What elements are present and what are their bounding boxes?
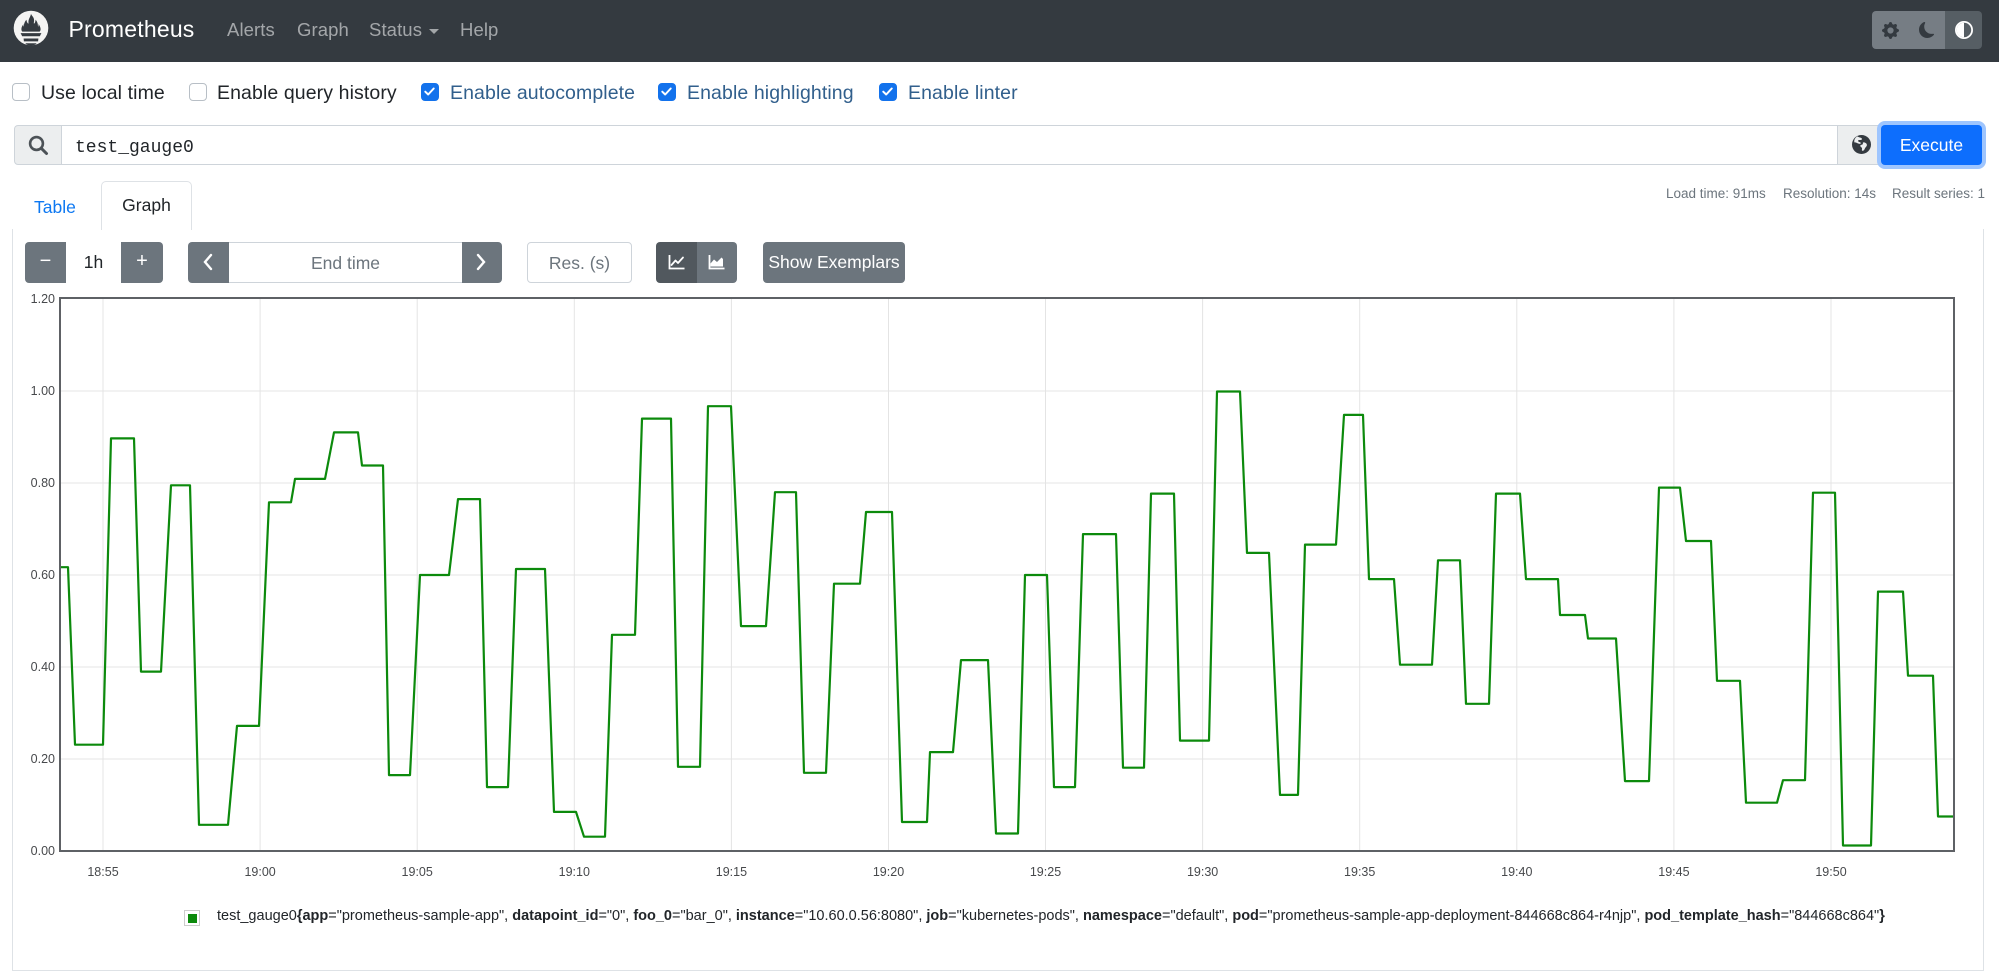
svg-text:19:40: 19:40 bbox=[1501, 865, 1532, 879]
svg-text:19:20: 19:20 bbox=[873, 865, 904, 879]
svg-text:19:25: 19:25 bbox=[1030, 865, 1061, 879]
svg-text:19:45: 19:45 bbox=[1658, 865, 1689, 879]
svg-text:19:30: 19:30 bbox=[1187, 865, 1218, 879]
svg-text:19:00: 19:00 bbox=[244, 865, 275, 879]
svg-text:1.00: 1.00 bbox=[31, 384, 55, 398]
svg-text:19:35: 19:35 bbox=[1344, 865, 1375, 879]
svg-text:0.40: 0.40 bbox=[31, 660, 55, 674]
svg-text:19:10: 19:10 bbox=[559, 865, 590, 879]
svg-text:1.20: 1.20 bbox=[31, 292, 55, 306]
svg-text:0.00: 0.00 bbox=[31, 844, 55, 858]
svg-text:19:05: 19:05 bbox=[402, 865, 433, 879]
svg-text:18:55: 18:55 bbox=[87, 865, 118, 879]
svg-text:19:50: 19:50 bbox=[1815, 865, 1846, 879]
svg-text:0.20: 0.20 bbox=[31, 752, 55, 766]
svg-text:0.80: 0.80 bbox=[31, 476, 55, 490]
svg-text:0.60: 0.60 bbox=[31, 568, 55, 582]
svg-text:19:15: 19:15 bbox=[716, 865, 747, 879]
